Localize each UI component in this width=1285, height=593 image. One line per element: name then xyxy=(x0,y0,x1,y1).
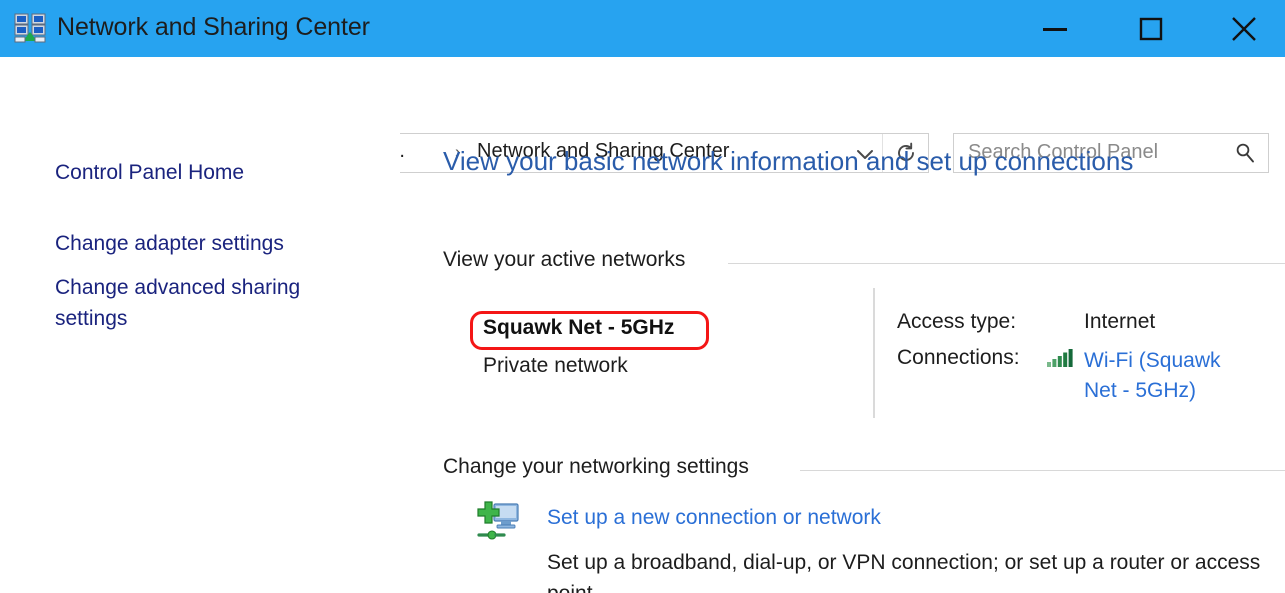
section-heading-networking-settings: Change your networking settings xyxy=(443,455,749,478)
new-connection-icon xyxy=(475,501,521,543)
connections-label: Connections: xyxy=(897,346,1020,369)
network-sharing-icon xyxy=(13,11,47,45)
access-type-value: Internet xyxy=(1084,310,1156,333)
wifi-signal-bars-icon xyxy=(1046,348,1074,368)
active-network-name[interactable]: Squawk Net - 5GHz xyxy=(483,316,674,339)
sidebar-item-change-adapter-settings[interactable]: Change adapter settings xyxy=(55,228,284,259)
setup-new-connection-description: Set up a broadband, dial-up, or VPN conn… xyxy=(547,551,1261,593)
sidebar: Control Panel Home Change adapter settin… xyxy=(0,132,400,593)
section-divider-active-networks xyxy=(728,263,1285,264)
page-title: View your basic network information and … xyxy=(443,146,1134,176)
sidebar-item-change-advanced-sharing-settings[interactable]: Change advanced sharing settings xyxy=(55,272,355,334)
title-bar: Network and Sharing Center xyxy=(0,0,1285,57)
section-divider-networking-settings xyxy=(800,470,1285,471)
minimize-button[interactable] xyxy=(1024,0,1086,57)
active-network-profile: Private network xyxy=(483,354,628,377)
section-heading-active-networks: View your active networks xyxy=(443,248,686,271)
window-title: Network and Sharing Center xyxy=(57,13,370,41)
network-details-divider xyxy=(873,288,875,418)
active-network-name-wrap: Squawk Net - 5GHz xyxy=(483,316,674,340)
access-type-label: Access type: xyxy=(897,310,1017,333)
navigation-bar: « Network and... › Network and Sharing C… xyxy=(0,57,1285,173)
setup-new-connection-link[interactable]: Set up a new connection or network xyxy=(547,506,881,530)
sidebar-item-control-panel-home[interactable]: Control Panel Home xyxy=(55,157,244,188)
network-sharing-center-window: Network and Sharing Center › Network and… xyxy=(0,0,1285,593)
connections-value-link[interactable]: Wi-Fi (Squawk Net - 5GHz) xyxy=(1084,346,1259,406)
close-button[interactable] xyxy=(1213,0,1275,57)
maximize-button[interactable] xyxy=(1120,0,1182,57)
main-content: View your basic network information and … xyxy=(400,132,1285,593)
